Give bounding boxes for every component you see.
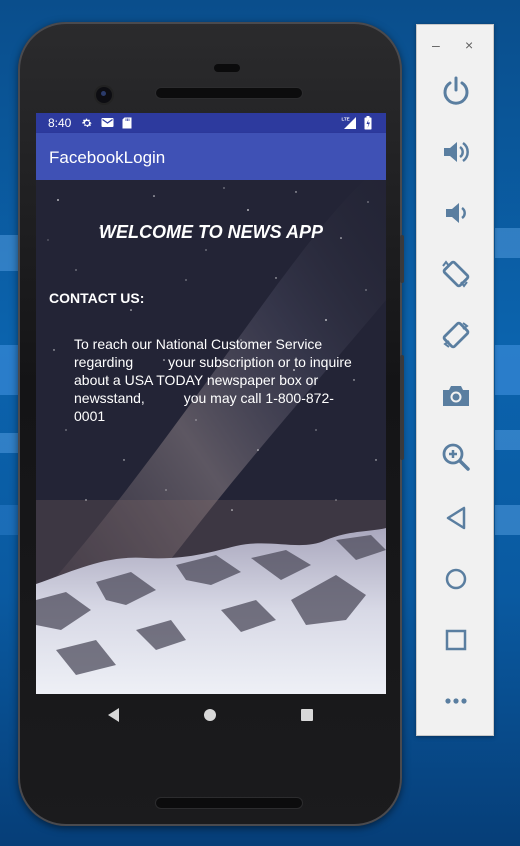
device-screen: 8:40 LTE FacebookLogin WELCOME TO NEWS A… xyxy=(36,113,386,694)
earpiece xyxy=(214,64,240,72)
power-icon xyxy=(443,76,469,105)
top-speaker-grille xyxy=(156,88,302,98)
more-button[interactable] xyxy=(436,681,476,721)
battery-icon xyxy=(364,116,372,133)
overview-button[interactable] xyxy=(436,620,476,660)
back-icon[interactable] xyxy=(108,708,119,722)
app-title: FacebookLogin xyxy=(49,148,166,167)
status-time: 8:40 xyxy=(48,116,72,130)
zoom-icon xyxy=(442,443,470,471)
phone-volume-button[interactable] xyxy=(400,355,404,460)
gear-icon xyxy=(81,117,93,132)
volume-down-button[interactable] xyxy=(436,193,476,233)
lte-signal-icon: LTE xyxy=(341,116,357,133)
mail-icon xyxy=(101,117,114,131)
content-area: WELCOME TO NEWS APP CONTACT US: To reach… xyxy=(36,180,386,694)
home-icon[interactable] xyxy=(204,709,216,721)
back-icon xyxy=(446,506,466,530)
volume-up-button[interactable] xyxy=(436,132,476,172)
rotate-right-button[interactable] xyxy=(436,315,476,355)
overview-icon xyxy=(445,629,467,651)
night-sky-mountain-background xyxy=(36,180,386,694)
desktop-light xyxy=(495,430,520,450)
emulator-toolbar: – × xyxy=(416,24,494,736)
rotate-left-button[interactable] xyxy=(436,254,476,294)
svg-text:LTE: LTE xyxy=(342,117,350,122)
bottom-speaker-grille xyxy=(156,798,302,808)
volume-up-icon xyxy=(444,141,469,163)
welcome-heading: WELCOME TO NEWS APP xyxy=(98,222,323,242)
minimize-button[interactable]: – xyxy=(432,37,440,53)
contact-text: To reach our National Customer Service r… xyxy=(74,336,356,424)
phone-power-button[interactable] xyxy=(400,235,404,283)
more-icon xyxy=(445,698,467,704)
home-icon xyxy=(445,568,467,590)
recents-icon[interactable] xyxy=(301,709,313,721)
power-button[interactable] xyxy=(436,71,476,111)
camera-icon xyxy=(443,386,469,406)
sd-card-icon xyxy=(122,117,132,132)
close-button[interactable]: × xyxy=(465,37,473,53)
home-button[interactable] xyxy=(436,559,476,599)
front-camera xyxy=(96,87,112,103)
screenshot-button[interactable] xyxy=(436,376,476,416)
back-button[interactable] xyxy=(436,498,476,538)
zoom-button[interactable] xyxy=(436,437,476,477)
rotate-right-icon xyxy=(442,321,470,349)
desktop-light xyxy=(495,505,520,535)
status-bar: 8:40 LTE xyxy=(36,113,386,133)
desktop-light xyxy=(495,345,520,395)
navigation-bar xyxy=(36,694,386,736)
rotate-left-icon xyxy=(442,260,470,288)
desktop-light xyxy=(495,228,520,258)
contact-heading: CONTACT US: xyxy=(49,290,145,306)
volume-down-icon xyxy=(446,203,466,223)
app-bar: FacebookLogin xyxy=(36,133,386,180)
